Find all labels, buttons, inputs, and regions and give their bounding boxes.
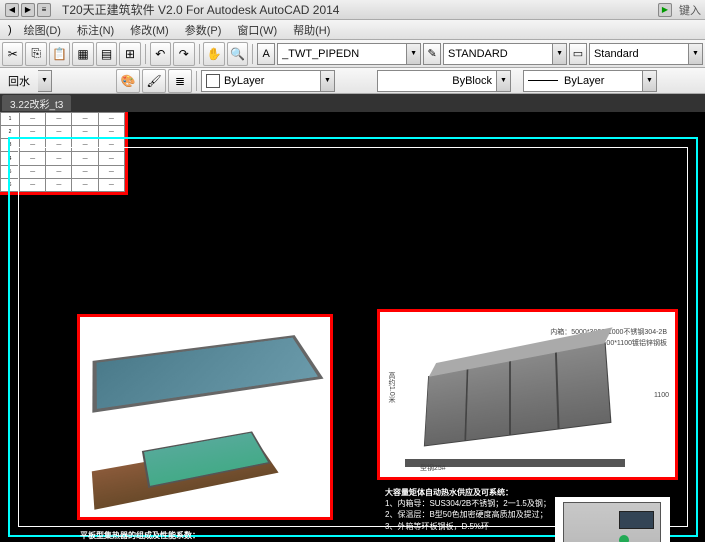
left-drop-icon[interactable]: ▼ <box>38 70 52 92</box>
solar-panel-desc: 平板型集热器的组成及性能系数： 1、集热器采用全铜、管距密销管排列度少0.6 钢… <box>80 530 340 542</box>
lweight-drop-icon[interactable]: ▼ <box>643 70 657 92</box>
tool-grid-icon[interactable]: ▤ <box>96 42 117 66</box>
style-brush2-icon[interactable]: ▭ <box>569 43 587 65</box>
tool-table-icon[interactable]: ⊞ <box>119 42 140 66</box>
layer-combo[interactable]: _TWT_PIPEDN <box>277 43 407 65</box>
menu-partial[interactable]: ) <box>4 22 16 38</box>
window-title: T20天正建筑软件 V2.0 For Autodesk AutoCAD 2014 <box>62 1 339 18</box>
style1-drop-icon[interactable]: ▼ <box>553 43 567 65</box>
ltype-drop-icon[interactable]: ▼ <box>497 70 511 92</box>
menu-param[interactable]: 参数(P) <box>177 20 230 40</box>
props-list-icon[interactable]: ≣ <box>168 69 192 93</box>
style-brush1-icon[interactable]: ✎ <box>423 43 441 65</box>
drawing-canvas[interactable]: 平板型集热器的组成及性能系数： 1、集热器采用全铜、管距密销管排列度少0.6 钢… <box>0 112 705 542</box>
drawing-tab[interactable]: 3.22改彩_t3 <box>2 95 71 111</box>
tool-redo-icon[interactable]: ↷ <box>173 42 194 66</box>
solar-panel-figure <box>80 317 330 517</box>
tool-props-icon[interactable]: ▦ <box>72 42 93 66</box>
style1-combo[interactable]: STANDARD <box>443 43 553 65</box>
tank-desc: 大容量矩体自动热水供应及可系统： 1、内箱导：SUS304/2B不锈钢；2一1.… <box>385 487 555 532</box>
layer-combo-drop-icon[interactable]: ▼ <box>407 43 421 65</box>
ltype-combo[interactable]: ByBlock <box>377 70 497 92</box>
menu-draw[interactable]: 绘图(D) <box>16 20 69 40</box>
menu-window[interactable]: 窗口(W) <box>229 20 285 40</box>
text-style-icon[interactable]: A <box>257 43 275 65</box>
tool-undo-icon[interactable]: ↶ <box>150 42 171 66</box>
style2-combo[interactable]: Standard <box>589 43 689 65</box>
menu-label[interactable]: 标注(N) <box>69 20 122 40</box>
color-drop-icon[interactable]: ▼ <box>321 70 335 92</box>
input-hint: 键入 <box>679 2 701 18</box>
tool-paste-icon[interactable]: 📋 <box>49 42 70 66</box>
nav-fwd-button[interactable]: ▶ <box>21 3 35 17</box>
tool-copy-icon[interactable]: ⎘ <box>25 42 46 66</box>
props-left-label: 回水 <box>2 73 36 89</box>
tool-zoom-icon[interactable]: 🔍 <box>227 42 248 66</box>
color-combo[interactable]: ByLayer <box>201 70 321 92</box>
play-button[interactable]: ▶ <box>658 3 672 17</box>
style2-drop-icon[interactable]: ▼ <box>689 43 703 65</box>
menu-help[interactable]: 帮助(H) <box>285 20 338 40</box>
nav-menu-button[interactable]: ≡ <box>37 3 51 17</box>
tank-figure: 内箱：5000*3000*1000不锈钢304-2B 外箱：5100*3100*… <box>380 312 675 477</box>
tool-pan-icon[interactable]: ✋ <box>203 42 224 66</box>
props-brush-icon[interactable]: 🖌 <box>142 69 166 93</box>
control-cabinet-figure: 智能控制柜 <box>555 497 670 542</box>
nav-back-button[interactable]: ◀ <box>5 3 19 17</box>
tool-new-icon[interactable]: ✂ <box>2 42 23 66</box>
props-color-icon[interactable]: 🎨 <box>116 69 140 93</box>
lweight-combo[interactable]: ByLayer <box>523 70 643 92</box>
menu-modify[interactable]: 修改(M) <box>122 20 177 40</box>
